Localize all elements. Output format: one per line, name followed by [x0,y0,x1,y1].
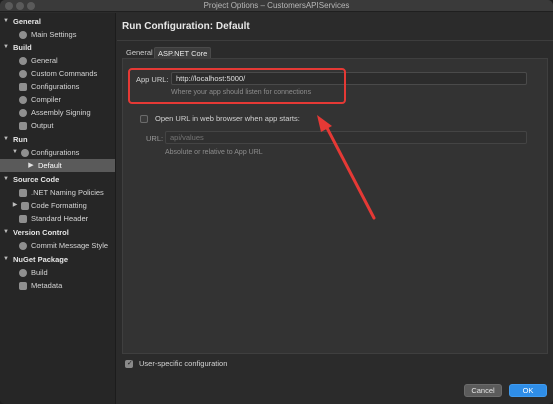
annotation-arrow-head [317,115,332,132]
project-options-window: Project Options – CustomersAPIServices ▼… [0,0,553,404]
ok-button[interactable]: OK [509,384,547,397]
annotation-arrow-shaft [324,124,376,220]
annotation-arrow [317,115,376,220]
cancel-button[interactable]: Cancel [464,384,502,397]
